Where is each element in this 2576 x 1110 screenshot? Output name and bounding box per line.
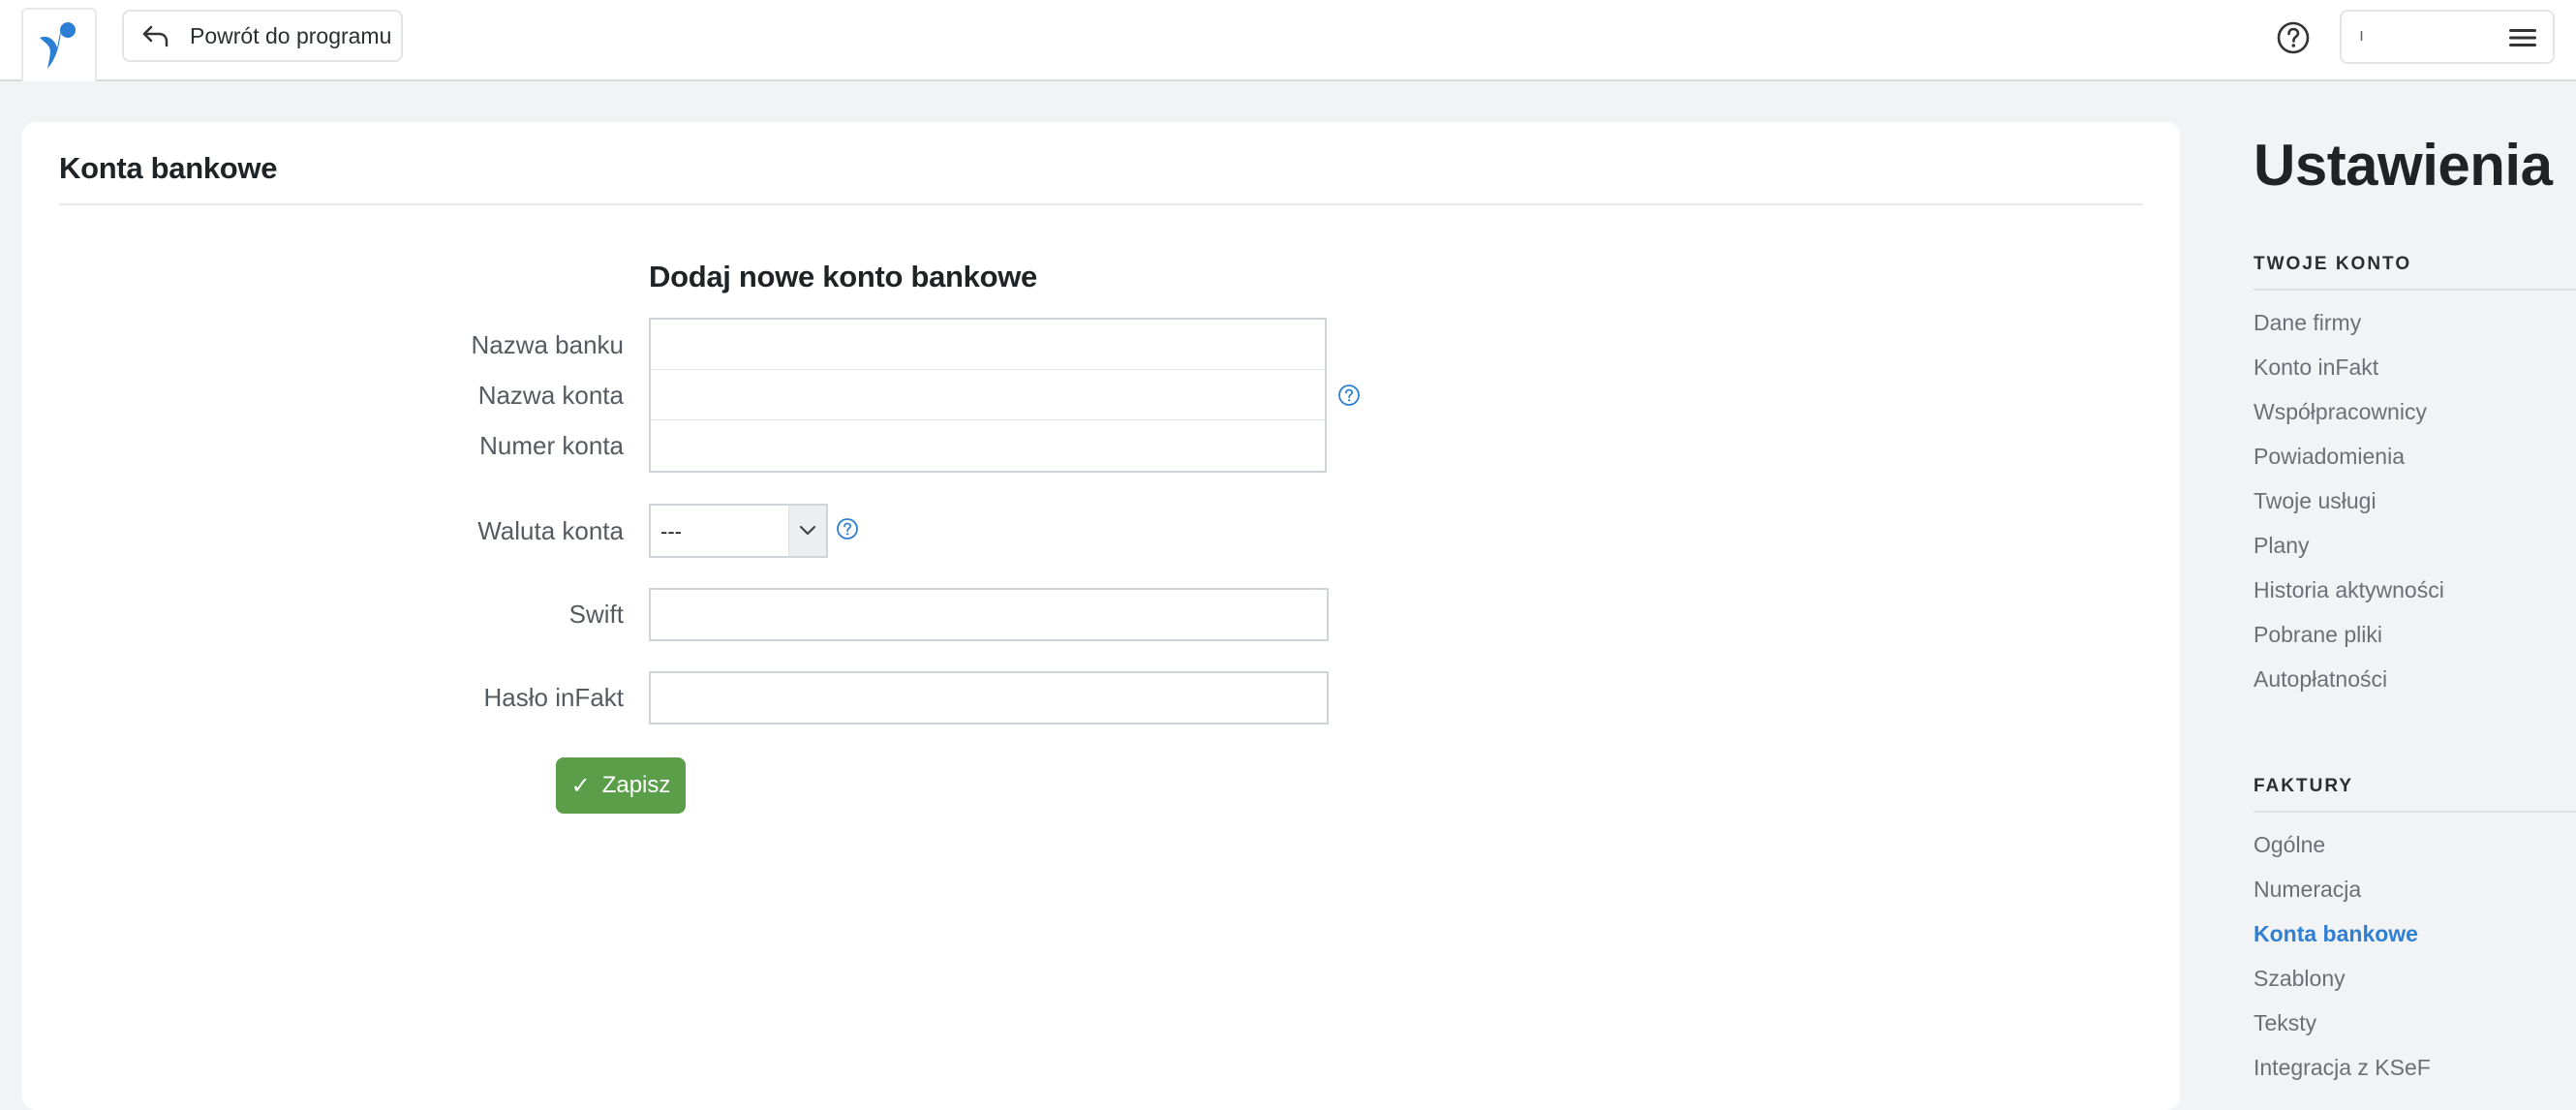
form-heading: Dodaj nowe konto bankowe [649,260,1037,293]
swift-label: Swift [568,600,624,629]
swift-input[interactable] [651,590,1327,639]
sidebar-item-company-data[interactable]: Dane firmy [2254,310,2361,336]
chevron-down-icon [788,506,826,556]
password-field [649,671,1329,725]
sidebar-item-autopayments[interactable]: Autopłatności [2254,666,2387,693]
sidebar-item-collaborators[interactable]: Współpracownicy [2254,399,2427,425]
sidebar-title: Ustawienia [2254,133,2553,198]
account-name-label: Nazwa konta [477,381,624,410]
currency-label: Waluta konta [477,516,624,545]
sidebar-item-numbering[interactable]: Numeracja [2254,877,2361,903]
back-arrow-icon [141,20,172,51]
sidebar-item-downloaded-files[interactable]: Pobrane pliki [2254,622,2382,648]
swift-field [649,588,1329,641]
bank-name-label: Nazwa banku [471,330,624,359]
title-divider [59,203,2143,205]
sidebar-item-ksef-integration[interactable]: Integracja z KSeF [2254,1055,2431,1081]
section-heading-invoices: FAKTURY [2254,776,2354,796]
sidebar-item-templates[interactable]: Szablony [2254,966,2346,992]
password-input[interactable] [651,673,1327,723]
bank-details-input-group [649,318,1327,473]
infakt-logo-icon [40,22,76,69]
bank-accounts-card: Konta bankowe Dodaj nowe konto bankowe N… [22,122,2180,1110]
account-number-input[interactable] [651,420,1325,471]
back-to-program-button[interactable]: Powrót do programu [122,10,403,62]
section-divider [2254,811,2576,813]
checkmark-icon: ✓ [570,772,591,799]
hamburger-icon [2509,29,2536,46]
logo-link[interactable] [21,8,97,81]
bank-name-input[interactable] [651,320,1325,369]
section-divider [2254,289,2576,291]
sidebar-item-bank-accounts[interactable]: Konta bankowe [2254,921,2418,947]
account-number-label: Numer konta [479,431,624,460]
back-button-label: Powrót do programu [190,22,392,48]
sidebar-item-services[interactable]: Twoje usługi [2254,488,2377,514]
currency-help-icon[interactable] [836,517,859,540]
sidebar-item-general[interactable]: Ogólne [2254,832,2325,858]
save-button-label: Zapisz [601,772,671,798]
page-title: Konta bankowe [59,151,278,185]
account-name-input[interactable] [651,370,1325,419]
account-name-help-icon[interactable] [1337,384,1361,407]
sidebar-item-notifications[interactable]: Powiadomienia [2254,444,2405,470]
sidebar-item-texts[interactable]: Teksty [2254,1010,2316,1036]
user-name: ı [2359,25,2365,45]
save-button[interactable]: ✓ Zapisz [556,757,686,814]
help-circle-icon [2277,21,2310,54]
sidebar-item-activity-history[interactable]: Historia aktywności [2254,577,2444,603]
sidebar-item-plans[interactable]: Plany [2254,533,2310,559]
user-menu-button[interactable]: ı [2340,10,2555,64]
help-button[interactable] [2275,19,2312,56]
password-label: Hasło inFakt [483,683,625,712]
currency-select-value: --- [660,519,682,543]
section-heading-account: TWOJE KONTO [2254,254,2412,274]
sidebar-item-infakt-account[interactable]: Konto inFakt [2254,355,2378,381]
top-bar: Powrót do programu ı [0,0,2576,81]
currency-select[interactable]: --- [649,504,828,558]
